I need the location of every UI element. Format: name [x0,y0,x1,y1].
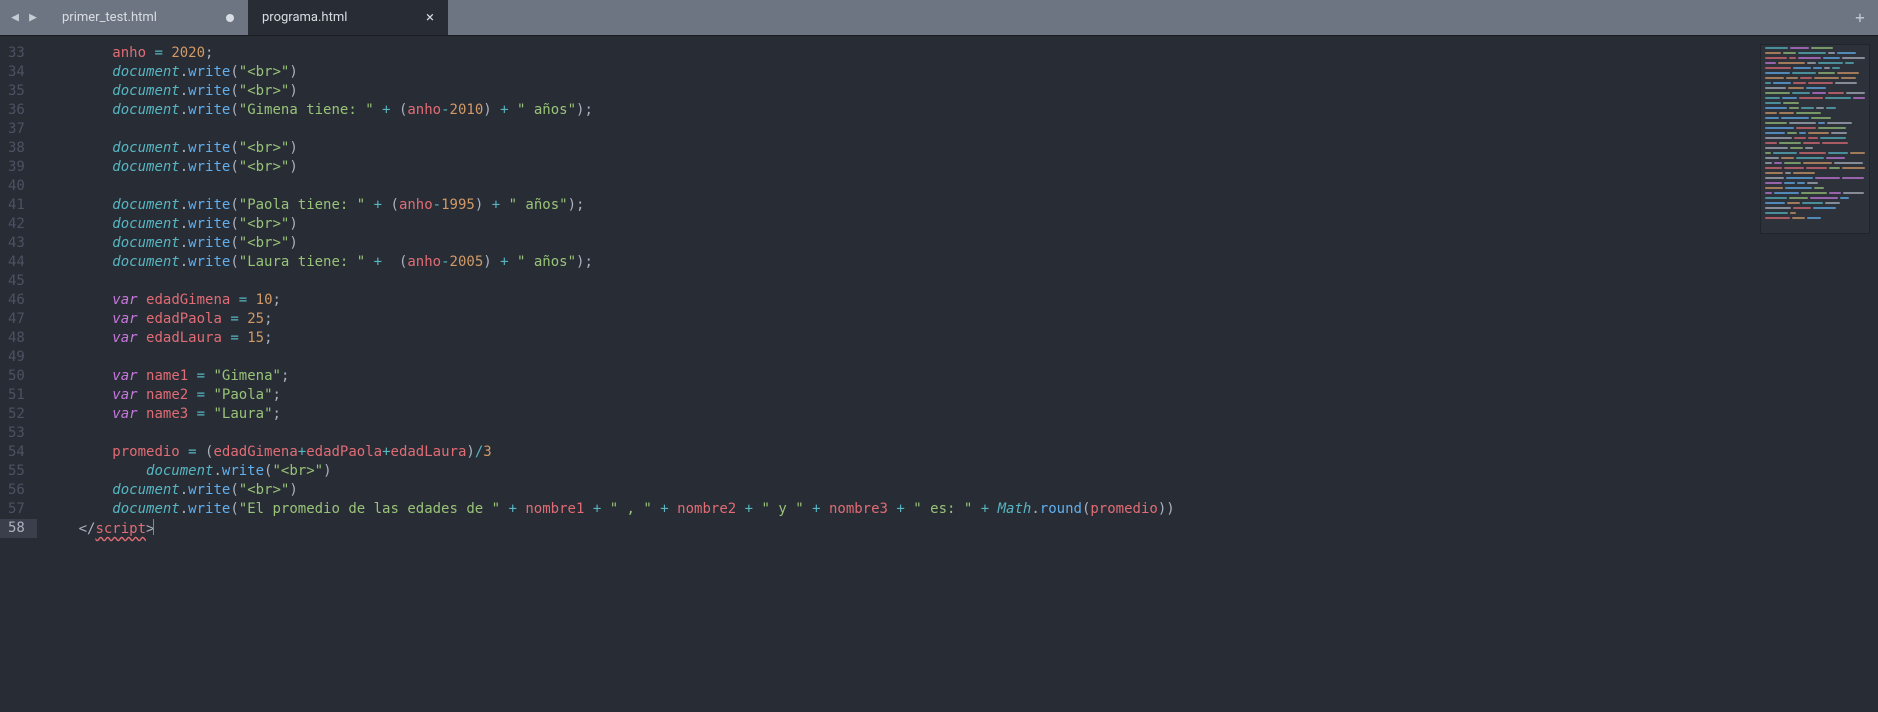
code-line[interactable]: document.write("<br>") [45,82,1878,101]
code-line[interactable]: var name1 = "Gimena"; [45,367,1878,386]
code-line[interactable]: document.write("<br>") [45,139,1878,158]
code-line[interactable]: var edadPaola = 25; [45,310,1878,329]
line-number: 38 [8,139,25,158]
unsaved-indicator-icon [226,14,234,22]
tab-next-icon[interactable]: ▶ [26,11,40,25]
code-line[interactable]: document.write("El promedio de las edade… [45,500,1878,519]
code-line[interactable]: document.write("<br>") [45,462,1878,481]
tab-prev-icon[interactable]: ◀ [8,11,22,25]
tab-label: primer_test.html [62,10,157,25]
code-line[interactable]: var edadLaura = 15; [45,329,1878,348]
line-number: 42 [8,215,25,234]
code-line[interactable]: document.write("<br>") [45,158,1878,177]
code-line[interactable] [45,272,1878,291]
code-line[interactable] [45,348,1878,367]
code-line[interactable]: promedio = (edadGimena+edadPaola+edadLau… [45,443,1878,462]
line-number: 36 [8,101,25,120]
code-line[interactable]: document.write("<br>") [45,481,1878,500]
line-number: 58 [0,519,37,538]
line-number: 39 [8,158,25,177]
line-number: 54 [8,443,25,462]
line-number: 57 [8,500,25,519]
line-number: 40 [8,177,25,196]
line-number: 47 [8,310,25,329]
code-line[interactable]: document.write("Gimena tiene: " + (anho-… [45,101,1878,120]
line-number: 48 [8,329,25,348]
line-number: 50 [8,367,25,386]
code-line[interactable]: document.write("Paola tiene: " + (anho-1… [45,196,1878,215]
line-number: 33 [8,44,25,63]
line-number: 45 [8,272,25,291]
line-number: 35 [8,82,25,101]
tab-nav-arrows: ◀ ▶ [0,0,48,35]
code-area[interactable]: anho = 2020; document.write("<br>") docu… [37,36,1878,712]
line-number: 53 [8,424,25,443]
code-line[interactable]: document.write("Laura tiene: " + (anho-2… [45,253,1878,272]
line-number: 46 [8,291,25,310]
code-line[interactable] [45,120,1878,139]
line-number: 56 [8,481,25,500]
line-number: 34 [8,63,25,82]
tab-inactive[interactable]: primer_test.html [48,0,248,35]
line-number: 55 [8,462,25,481]
line-number: 52 [8,405,25,424]
line-number: 51 [8,386,25,405]
code-line[interactable]: var name2 = "Paola"; [45,386,1878,405]
tab-bar: ◀ ▶ primer_test.html programa.html × + [0,0,1878,36]
tab-label: programa.html [262,10,347,25]
line-number-gutter: 3334353637383940414243444546474849505152… [0,36,37,712]
code-line[interactable] [45,177,1878,196]
close-tab-icon[interactable]: × [426,10,434,25]
line-number: 41 [8,196,25,215]
code-line[interactable]: document.write("<br>") [45,234,1878,253]
tab-active[interactable]: programa.html × [248,0,448,35]
new-tab-button[interactable]: + [1842,0,1878,35]
editor[interactable]: 3334353637383940414243444546474849505152… [0,36,1878,712]
line-number: 43 [8,234,25,253]
code-line[interactable]: document.write("<br>") [45,63,1878,82]
line-number: 49 [8,348,25,367]
line-number: 44 [8,253,25,272]
line-number: 37 [8,120,25,139]
code-line[interactable]: anho = 2020; [45,44,1878,63]
code-line[interactable]: document.write("<br>") [45,215,1878,234]
text-cursor [153,519,154,535]
code-line[interactable]: var edadGimena = 10; [45,291,1878,310]
code-line[interactable] [45,424,1878,443]
code-line[interactable]: var name3 = "Laura"; [45,405,1878,424]
code-line[interactable]: </script> [45,519,1878,538]
minimap[interactable] [1760,44,1870,234]
